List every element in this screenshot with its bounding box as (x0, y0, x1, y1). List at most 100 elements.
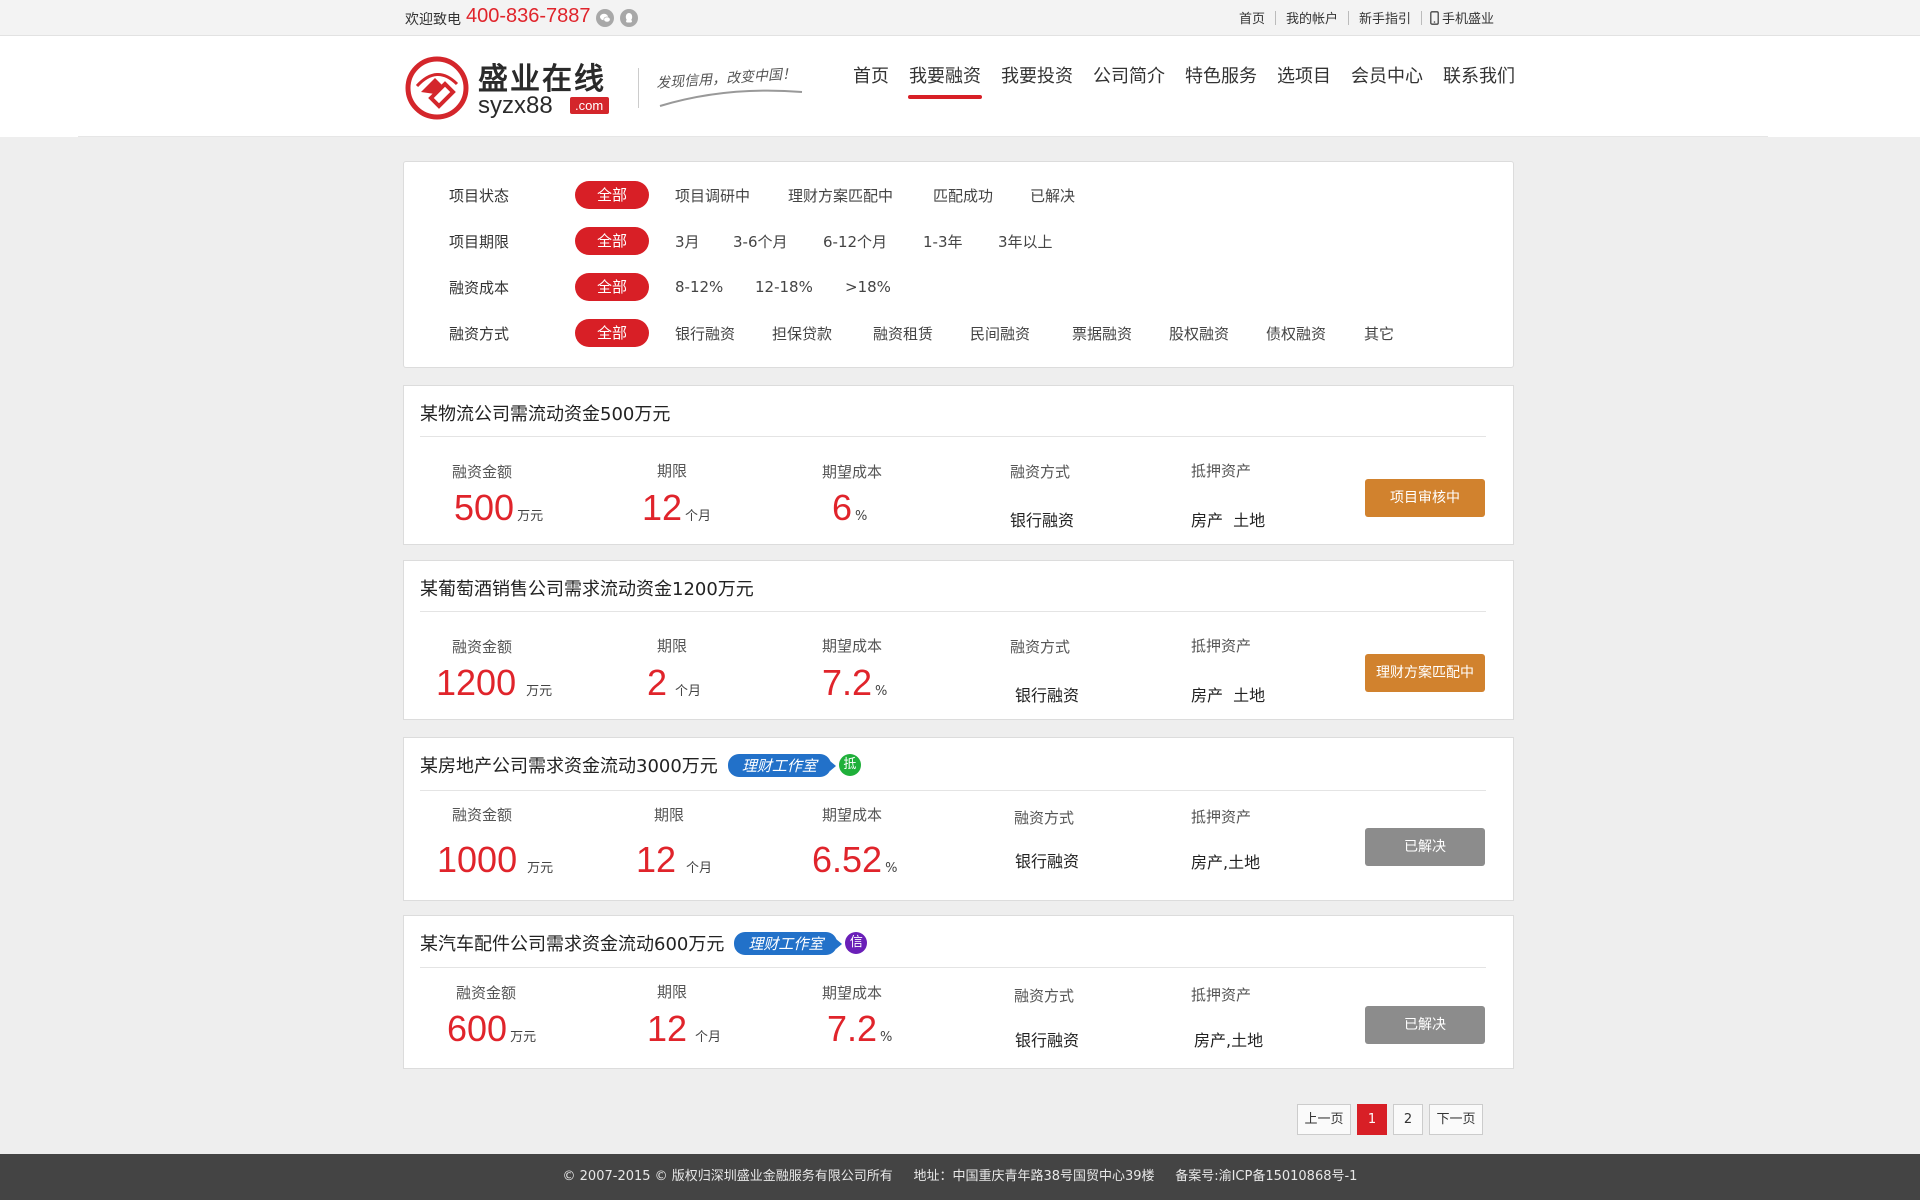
method-label: 融资方式 (1014, 987, 1075, 1005)
status-button[interactable]: 理财方案匹配中 (1365, 654, 1485, 692)
term-unit: 个月 (675, 684, 702, 699)
filter-option[interactable]: 债权融资 (1266, 323, 1326, 344)
filter-option[interactable]: 8-12% (675, 278, 723, 296)
project-card[interactable]: 某物流公司需流动资金500万元 融资金额 500 万元 期限 12 个月 期望成本 … (403, 385, 1514, 545)
cost-column: 期望成本 (822, 982, 882, 1003)
logo-emblem-icon[interactable] (405, 56, 469, 124)
top-link-account[interactable]: 我的帐户 (1276, 8, 1348, 27)
amount-column: 融资金额 (456, 982, 516, 1003)
nav-services[interactable]: 特色服务 (1175, 62, 1267, 88)
amount-value-block: 500 万元 (454, 487, 543, 529)
studio-badge[interactable]: 理财工作室 (727, 753, 836, 777)
filter-option[interactable]: 其它 (1364, 323, 1394, 344)
filter-option-selected[interactable]: 全部 (575, 227, 649, 255)
filter-option[interactable]: 3-6个月 (733, 231, 788, 252)
nav-about[interactable]: 公司简介 (1083, 62, 1175, 88)
slogan-swoosh (659, 89, 803, 107)
project-card[interactable]: 某葡萄酒销售公司需求流动资金1200万元 融资金额 1200 万元 期限 2 个月 … (403, 560, 1514, 720)
next-page-button[interactable]: 下一页 (1429, 1104, 1483, 1135)
wechat-icon[interactable] (596, 9, 614, 27)
filter-option[interactable]: 理财方案匹配中 (788, 185, 893, 206)
collateral-value: 房产,土地 (1191, 853, 1261, 872)
filter-option[interactable]: 12-18% (755, 278, 813, 296)
cost-value-block: 7.2% (822, 662, 887, 704)
logo-divider (638, 68, 639, 108)
project-title-text: 某汽车配件公司需求资金流动600万元 (420, 934, 725, 955)
top-link-mobile[interactable]: 手机盛业 (1422, 8, 1494, 27)
nav-contact[interactable]: 联系我们 (1433, 62, 1525, 88)
filter-option[interactable]: 担保贷款 (772, 323, 832, 344)
filter-option[interactable]: 3月 (675, 231, 700, 252)
page-2-button[interactable]: 2 (1393, 1104, 1423, 1135)
project-title[interactable]: 某汽车配件公司需求资金流动600万元 理财工作室 信 (420, 930, 868, 956)
term-value-block: 12 个月 (647, 1008, 721, 1050)
filter-option[interactable]: 项目调研中 (675, 185, 750, 206)
filter-option-selected[interactable]: 全部 (575, 181, 649, 209)
top-link-home[interactable]: 首页 (1229, 8, 1275, 27)
filter-option[interactable]: 民间融资 (970, 323, 1030, 344)
cost-label: 期望成本 (822, 637, 883, 655)
filter-option[interactable]: 匹配成功 (933, 185, 993, 206)
term-value-block: 2 个月 (647, 662, 701, 704)
term-label: 期限 (654, 806, 685, 824)
amount-value-block: 1000 万元 (437, 839, 553, 881)
collateral-value-block: 房产 土地 (1191, 682, 1265, 706)
project-title[interactable]: 某物流公司需流动资金500万元 (420, 400, 670, 426)
filter-option[interactable]: 1-3年 (923, 231, 963, 252)
amount-value: 1000 (437, 839, 518, 880)
cost-unit: % (855, 509, 868, 524)
status-button[interactable]: 已解决 (1365, 828, 1485, 866)
studio-badge[interactable]: 理财工作室 (734, 931, 843, 955)
project-title[interactable]: 某葡萄酒销售公司需求流动资金1200万元 (420, 575, 754, 601)
amount-label: 融资金额 (452, 463, 513, 481)
filter-option[interactable]: 3年以上 (998, 231, 1053, 252)
filter-option[interactable]: 票据融资 (1072, 323, 1132, 344)
collateral-label: 抵押资产 (1191, 986, 1252, 1004)
filter-row-term: 项目期限 全部 3月 3-6个月 6-12个月 1-3年 3年以上 (404, 226, 1513, 256)
page-1-button[interactable]: 1 (1357, 1104, 1387, 1135)
collateral-label: 抵押资产 (1191, 637, 1252, 655)
project-title[interactable]: 某房地产公司需求资金流动3000万元 理财工作室 抵 (420, 752, 861, 778)
filter-option-selected[interactable]: 全部 (575, 273, 649, 301)
method-value-block: 银行融资 (1015, 682, 1079, 706)
mobile-phone-icon (1430, 10, 1439, 25)
prev-page-button[interactable]: 上一页 (1297, 1104, 1351, 1135)
nav-home[interactable]: 首页 (843, 62, 899, 88)
hotline-number: 400-836-7887 (466, 5, 591, 27)
nav-member[interactable]: 会员中心 (1341, 62, 1433, 88)
collateral-value: 房产 土地 (1191, 511, 1266, 530)
filter-row-cost: 融资成本 全部 8-12% 12-18% >18% (404, 272, 1513, 302)
filter-option[interactable]: 已解决 (1030, 185, 1075, 206)
nav-invest[interactable]: 我要投资 (991, 62, 1083, 88)
top-link-guide[interactable]: 新手指引 (1349, 8, 1421, 27)
filter-option[interactable]: 股权融资 (1169, 323, 1229, 344)
filter-panel: 项目状态 全部 项目调研中 理财方案匹配中 匹配成功 已解决 项目期限 全部 3… (403, 161, 1514, 368)
filter-option-selected[interactable]: 全部 (575, 319, 649, 347)
collateral-column: 抵押资产 (1191, 635, 1251, 656)
status-button[interactable]: 已解决 (1365, 1006, 1485, 1044)
amount-unit: 万元 (517, 509, 544, 524)
project-card[interactable]: 某房地产公司需求资金流动3000万元 理财工作室 抵 融资金额 1000 万元 期… (403, 737, 1514, 901)
qq-icon[interactable] (620, 9, 638, 27)
cost-unit: % (885, 861, 898, 876)
cost-value-block: 6% (832, 487, 867, 529)
method-label: 融资方式 (1010, 463, 1071, 481)
filter-option[interactable]: 银行融资 (675, 323, 735, 344)
project-card[interactable]: 某汽车配件公司需求资金流动600万元 理财工作室 信 融资金额 600 万元 期限… (403, 915, 1514, 1069)
cost-value-block: 6.52% (812, 839, 897, 881)
footer-text: © 2007-2015 © 版权归深圳盛业金融服务有限公司所有 地址：中国重庆青… (562, 1169, 1358, 1184)
nav-financing[interactable]: 我要融资 (899, 62, 991, 99)
nav-projects[interactable]: 选项目 (1267, 62, 1341, 88)
cost-label: 期望成本 (822, 984, 883, 1002)
credit-tag-icon: 信 (845, 932, 868, 954)
filter-option[interactable]: 融资租赁 (873, 323, 933, 344)
amount-value: 600 (447, 1008, 508, 1049)
filter-row-method: 融资方式 全部 银行融资 担保贷款 融资租赁 民间融资 票据融资 股权融资 债权… (404, 318, 1513, 348)
amount-label: 融资金额 (456, 984, 517, 1002)
filter-option[interactable]: 6-12个月 (823, 231, 887, 252)
term-column: 期限 (654, 804, 684, 825)
status-button[interactable]: 项目审核中 (1365, 479, 1485, 517)
amount-column: 融资金额 (452, 461, 512, 482)
project-title-text: 某葡萄酒销售公司需求流动资金1200万元 (420, 579, 754, 600)
filter-option[interactable]: >18% (845, 278, 891, 296)
